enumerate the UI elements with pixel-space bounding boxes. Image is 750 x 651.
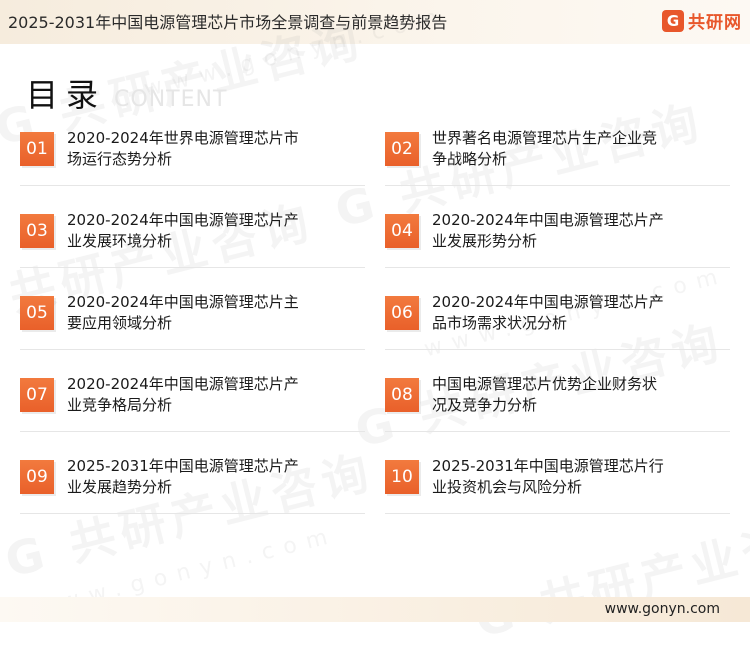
divider: [20, 349, 365, 350]
toc-item-number: 05: [20, 296, 54, 330]
toc-item-07[interactable]: 07 2020-2024年中国电源管理芯片产 业竞争格局分析: [20, 374, 365, 438]
divider: [385, 431, 730, 432]
divider: [385, 349, 730, 350]
divider: [385, 267, 730, 268]
divider: [20, 513, 365, 514]
report-title: 2025-2031年中国电源管理芯片市场全景调查与前景趋势报告: [8, 13, 448, 32]
toc-item-label: 2025-2031年中国电源管理芯片产 业发展趋势分析: [67, 457, 299, 496]
divider: [20, 267, 365, 268]
toc-item-number: 03: [20, 214, 54, 248]
toc-item-03[interactable]: 03 2020-2024年中国电源管理芯片产 业发展环境分析: [20, 210, 365, 274]
toc-heading: 目录 CONTENT: [26, 70, 227, 116]
toc-item-08[interactable]: 08 中国电源管理芯片优势企业财务状 况及竞争力分析: [385, 374, 730, 438]
toc-item-05[interactable]: 05 2020-2024年中国电源管理芯片主 要应用领域分析: [20, 292, 365, 356]
divider: [20, 185, 365, 186]
divider: [20, 431, 365, 432]
brand-logo-text: 共研网: [688, 13, 742, 33]
toc-item-label: 中国电源管理芯片优势企业财务状 况及竞争力分析: [432, 375, 658, 414]
toc-item-label: 2020-2024年世界电源管理芯片市 场运行态势分析: [67, 129, 299, 168]
toc-item-number: 10: [385, 460, 419, 494]
footer-bar: www.gonyn.com: [0, 597, 750, 622]
toc-item-number: 09: [20, 460, 54, 494]
toc-item-04[interactable]: 04 2020-2024年中国电源管理芯片产 业发展形势分析: [385, 210, 730, 274]
toc-item-09[interactable]: 09 2025-2031年中国电源管理芯片产 业发展趋势分析: [20, 456, 365, 520]
toc-item-label: 2020-2024年中国电源管理芯片产 业发展环境分析: [67, 211, 299, 250]
toc-item-number: 04: [385, 214, 419, 248]
header-bar: 2025-2031年中国电源管理芯片市场全景调查与前景趋势报告 G 共研网: [0, 0, 750, 44]
divider: [385, 185, 730, 186]
toc-item-label: 2020-2024年中国电源管理芯片产 品市场需求状况分析: [432, 293, 664, 332]
toc-item-06[interactable]: 06 2020-2024年中国电源管理芯片产 品市场需求状况分析: [385, 292, 730, 356]
brand-logo: G 共研网: [662, 8, 742, 33]
toc-item-label: 2025-2031年中国电源管理芯片行 业投资机会与风险分析: [432, 457, 664, 496]
footer-url[interactable]: www.gonyn.com: [605, 601, 720, 617]
toc-item-02[interactable]: 02 世界著名电源管理芯片生产企业竞 争战略分析: [385, 128, 730, 192]
toc-item-number: 01: [20, 132, 54, 166]
toc-item-label: 2020-2024年中国电源管理芯片主 要应用领域分析: [67, 293, 299, 332]
divider: [385, 513, 730, 514]
toc-item-label: 世界著名电源管理芯片生产企业竞 争战略分析: [432, 129, 658, 168]
toc-item-number: 06: [385, 296, 419, 330]
toc-item-10[interactable]: 10 2025-2031年中国电源管理芯片行 业投资机会与风险分析: [385, 456, 730, 520]
toc-item-number: 02: [385, 132, 419, 166]
toc-title: 目录: [26, 76, 107, 114]
toc-subtitle: CONTENT: [114, 87, 228, 112]
toc-item-number: 08: [385, 378, 419, 412]
toc-item-number: 07: [20, 378, 54, 412]
brand-logo-icon: G: [662, 9, 684, 32]
toc-item-label: 2020-2024年中国电源管理芯片产 业竞争格局分析: [67, 375, 299, 414]
toc-item-label: 2020-2024年中国电源管理芯片产 业发展形势分析: [432, 211, 664, 250]
toc-item-01[interactable]: 01 2020-2024年世界电源管理芯片市 场运行态势分析: [20, 128, 365, 192]
